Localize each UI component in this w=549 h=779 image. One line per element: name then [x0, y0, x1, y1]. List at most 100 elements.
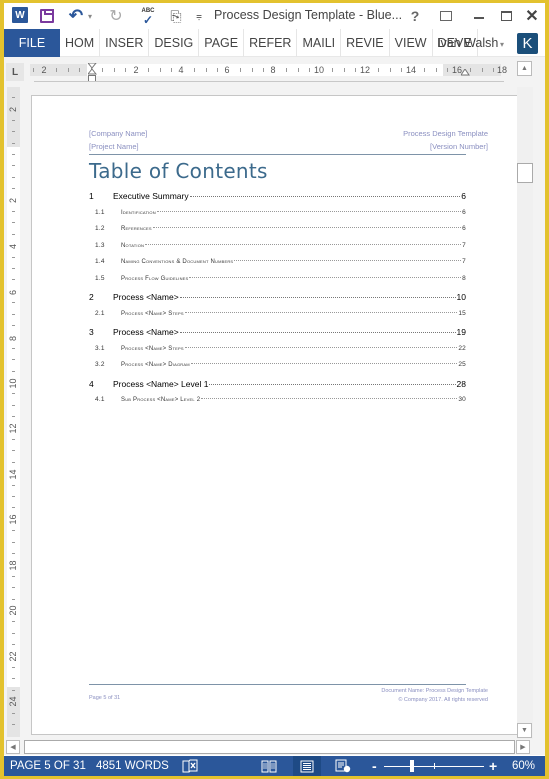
vertical-ruler[interactable]: 2 2 4 6 8 10 12 14 16 18 20 22 24	[7, 87, 20, 737]
proofing-errors-icon[interactable]	[182, 756, 198, 776]
minimize-icon	[474, 17, 484, 19]
ruler-number: 12	[8, 423, 18, 434]
ruler-tick	[12, 632, 15, 634]
zoom-in-button[interactable]: +	[489, 756, 497, 776]
tab-home[interactable]: HOM	[60, 28, 101, 57]
ruler-tick	[171, 68, 172, 72]
word-window: W ↶ ▾ ↻ ABC ✓ ⎘ ⩦ Process Design Templat…	[4, 3, 545, 776]
toc-dot-leader	[152, 227, 462, 228]
scroll-down-button[interactable]: ▼	[517, 723, 532, 738]
toc-entry-number: 1.3	[95, 241, 105, 249]
ruler-number: 6	[8, 290, 18, 296]
web-layout-button[interactable]	[335, 756, 351, 776]
ruler-number: 24	[8, 696, 18, 707]
toc-entry-page: 8	[462, 274, 466, 282]
word-app-icon[interactable]: W	[12, 7, 28, 23]
ruler-tick	[12, 256, 15, 258]
ruler-tick	[435, 68, 437, 72]
document-area: 2 2 4 6 8 10 12 14 16 18 20 22 24 [Company Name] [Pr…	[4, 87, 545, 739]
toc-entry-number: 2	[89, 292, 94, 302]
form-icon[interactable]: ⎘	[167, 7, 185, 25]
ruler-tick	[12, 233, 15, 235]
toc-subentry[interactable]: 3.2 Process <Name> Diagram 25	[89, 361, 466, 368]
scroll-left-button[interactable]: ◀	[6, 740, 20, 754]
tab-review[interactable]: REVIE	[341, 28, 390, 57]
toc-entry[interactable]: 2 Process <Name> 10	[89, 292, 466, 302]
undo-dropdown-icon[interactable]: ▾	[86, 7, 94, 25]
toc-subentry[interactable]: 1.2 References 6	[89, 225, 466, 232]
ruler-tick	[12, 222, 15, 224]
ruler-tick	[12, 450, 15, 452]
document-page[interactable]: [Company Name] [Project Name] Process De…	[31, 95, 527, 735]
word-count-status[interactable]: 4851 WORDS	[96, 756, 169, 776]
scroll-right-button[interactable]: ▶	[516, 740, 530, 754]
toc-subentry[interactable]: 1.3 Notation 7	[89, 242, 466, 249]
minimize-button[interactable]	[471, 6, 487, 26]
vertical-scroll-thumb[interactable]	[517, 163, 533, 183]
spelling-grammar-icon[interactable]: ABC ✓	[138, 7, 158, 27]
customize-qat-icon[interactable]: ⩦	[194, 7, 204, 25]
toc-entry-number: 2.1	[95, 309, 105, 317]
toc-entry-label: Process <Name>	[113, 292, 179, 302]
toc-entry-number: 4.1	[95, 396, 105, 403]
user-account-name[interactable]: Ivan Walsh	[437, 36, 498, 50]
ruler-tick	[125, 68, 126, 72]
toc-entry-label: Notation	[121, 242, 145, 249]
toc-subentry[interactable]: 2.1 Process <Name> Steps 15	[89, 310, 466, 317]
maximize-button[interactable]	[498, 6, 514, 26]
zoom-out-button[interactable]: -	[372, 756, 377, 776]
tab-stop-selector[interactable]: L	[6, 63, 24, 81]
help-button[interactable]: ?	[407, 6, 423, 26]
toc-entry[interactable]: 1 Executive Summary 6	[89, 191, 466, 201]
tab-design[interactable]: DESIG	[149, 28, 200, 57]
horizontal-scroll-thumb[interactable]	[24, 740, 515, 754]
horizontal-ruler[interactable]: 2 2 4 6 8 10 12 14 16 18	[30, 64, 507, 76]
tab-mailings[interactable]: MAILI	[297, 28, 342, 57]
redo-icon[interactable]: ↻	[108, 7, 124, 25]
ruler-tick	[205, 68, 207, 72]
tab-page-layout[interactable]: PAGE	[199, 28, 245, 57]
ruler-tick	[67, 68, 69, 72]
ruler-tick	[343, 68, 345, 72]
scroll-up-button[interactable]: ▲	[517, 61, 532, 76]
user-avatar[interactable]: K	[517, 33, 538, 54]
toc-subentry[interactable]: 1.5 Process Flow Guidelines 8	[89, 275, 466, 282]
tab-view[interactable]: VIEW	[390, 28, 433, 57]
header-company-name: [Company Name]	[89, 129, 148, 138]
toc-entry-page: 22	[458, 344, 466, 352]
toc-subentry[interactable]: 1.4 Naming Conventions & Document Numbers…	[89, 258, 466, 265]
toc-entry-number: 1.4	[95, 258, 105, 265]
vertical-scrollbar[interactable]	[517, 87, 533, 739]
print-layout-button[interactable]	[293, 756, 321, 776]
toc-dot-leader	[179, 332, 456, 333]
toc-subentry[interactable]: 1.1 Identification 6	[89, 209, 466, 216]
save-icon[interactable]	[39, 7, 55, 25]
ruler-tick	[12, 507, 15, 509]
page-count-status[interactable]: PAGE 5 OF 31	[10, 756, 86, 776]
ruler-tick	[12, 302, 15, 304]
toc-subentry[interactable]: 3.1 Process <Name> Steps 22	[89, 345, 466, 352]
toc-subentry[interactable]: 4.1 Sub Process <Name> Level 2 30	[89, 396, 466, 403]
tab-file[interactable]: FILE	[4, 28, 60, 57]
undo-icon[interactable]: ↶	[68, 6, 84, 25]
toc-entry[interactable]: 3 Process <Name> 19	[89, 327, 466, 337]
right-indent-marker[interactable]	[461, 69, 470, 76]
ruler-number: 14	[405, 65, 417, 75]
zoom-slider-thumb[interactable]	[409, 760, 414, 772]
ruler-tick	[12, 496, 15, 497]
close-button[interactable]: ✕	[524, 6, 540, 26]
read-mode-button[interactable]	[261, 756, 277, 776]
zoom-level[interactable]: 60%	[512, 756, 535, 776]
tab-references[interactable]: REFER	[244, 28, 298, 57]
tab-insert[interactable]: INSER	[100, 28, 150, 57]
toc-entry-number: 4	[89, 378, 94, 389]
ruler-tick	[12, 313, 15, 315]
toc-entry[interactable]: 4 Process <Name> Level 1 28	[89, 379, 466, 389]
ribbon-display-options-button[interactable]	[438, 6, 454, 26]
user-dropdown-icon[interactable]: ▾	[500, 40, 504, 49]
ruler-number: 4	[8, 244, 18, 250]
ruler-number: 10	[313, 65, 325, 75]
check-icon: ✓	[142, 12, 154, 27]
header-divider	[89, 154, 466, 155]
ruler-tick	[12, 461, 15, 463]
